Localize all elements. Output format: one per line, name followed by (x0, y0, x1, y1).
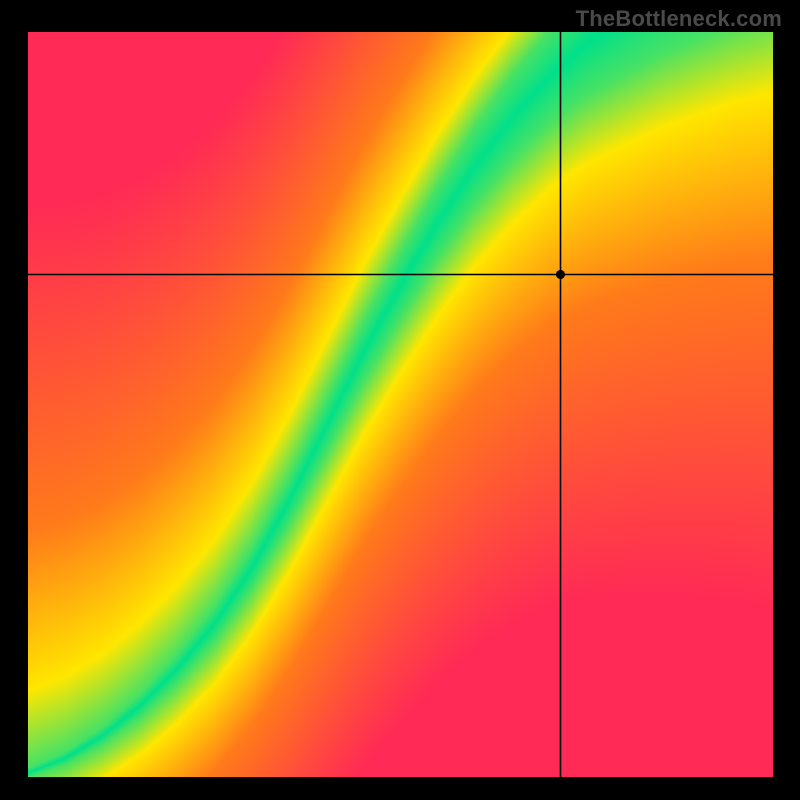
watermark-text: TheBottleneck.com (576, 6, 782, 32)
chart-frame: TheBottleneck.com (0, 0, 800, 800)
heatmap-canvas (28, 32, 773, 777)
